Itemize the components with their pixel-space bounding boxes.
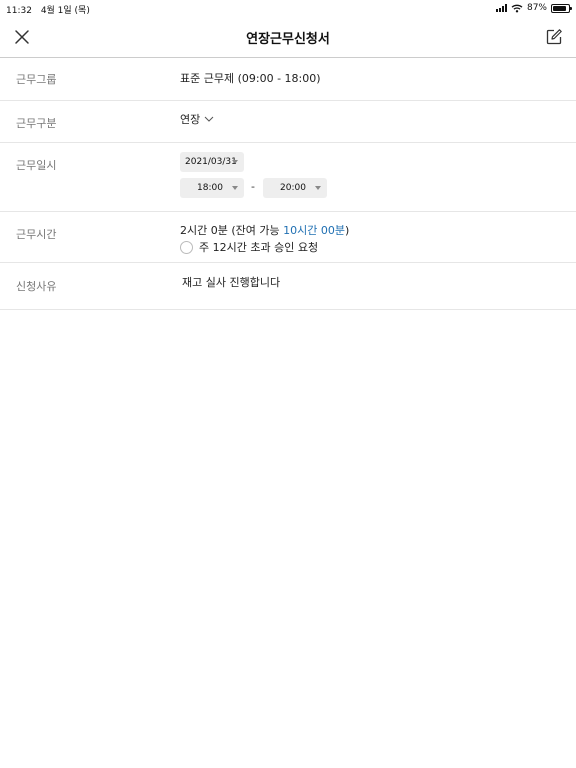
reason-label: 신청사유: [16, 280, 57, 293]
work-type-label: 근무구분: [16, 117, 57, 130]
chevron-down-icon: [204, 116, 214, 122]
page-title: 연장근무신청서: [246, 32, 330, 47]
remaining-hours: 10시간 00분: [283, 224, 345, 237]
edit-icon: [546, 29, 562, 45]
end-time-picker[interactable]: 20:00: [263, 178, 327, 198]
date-caret-icon: [232, 160, 238, 164]
cellular-signal-icon: [495, 4, 507, 12]
end-time-caret-icon: [315, 186, 321, 190]
work-type-dropdown[interactable]: 연장: [180, 111, 214, 127]
battery-icon: [551, 3, 572, 13]
nav-bar: 연장근무신청서: [0, 18, 576, 58]
work-hours-label: 근무시간: [16, 228, 57, 241]
work-group-row: 근무그룹 표준 근무제 (09:00 - 18:00): [0, 59, 576, 101]
start-time-value: 18:00: [197, 183, 223, 193]
status-bar: 11:32 4월 1일 (목) 87%: [0, 0, 576, 18]
edit-button[interactable]: [544, 27, 564, 47]
status-date: 4월 1일 (목): [40, 6, 90, 16]
reason-field[interactable]: 재고 실사 진행합니다: [182, 274, 280, 290]
approval-label: 주 12시간 초과 승인 요청: [199, 241, 319, 254]
end-time-value: 20:00: [280, 183, 306, 193]
work-type-row: 근무구분 연장: [0, 101, 576, 143]
approval-request-option[interactable]: 주 12시간 초과 승인 요청: [180, 239, 318, 255]
start-time-picker[interactable]: 18:00: [180, 178, 244, 198]
work-hours-text: 2시간 0분 (잔여 가능: [180, 224, 284, 237]
date-value: 2021/03/31: [185, 157, 237, 167]
wifi-icon: [511, 4, 523, 12]
work-datetime-row: 근무일시 2021/03/31 18:00 - 20:00: [0, 143, 576, 212]
work-hours-value: 2시간 0분 (잔여 가능 10시간 00분): [180, 222, 349, 238]
battery-percent: 87%: [526, 3, 547, 13]
date-picker[interactable]: 2021/03/31: [180, 152, 244, 172]
work-hours-row: 근무시간 2시간 0분 (잔여 가능 10시간 00분) 주 12시간 초과 승…: [0, 212, 576, 263]
work-type-value: 연장: [180, 113, 201, 126]
approval-radio[interactable]: [180, 240, 193, 254]
status-left: 11:32 4월 1일 (목): [6, 3, 96, 16]
work-group-label: 근무그룹: [16, 73, 57, 86]
work-hours-suffix: ): [344, 224, 350, 237]
reason-row: 신청사유 재고 실사 진행합니다: [0, 263, 576, 310]
work-group-value: 표준 근무제 (09:00 - 18:00): [180, 72, 321, 85]
start-time-caret-icon: [232, 186, 238, 190]
work-datetime-label: 근무일시: [16, 159, 57, 172]
status-time: 11:32: [6, 6, 32, 16]
status-right: 87%: [495, 3, 572, 13]
battery-fill: [553, 5, 567, 11]
time-separator: -: [251, 180, 255, 193]
